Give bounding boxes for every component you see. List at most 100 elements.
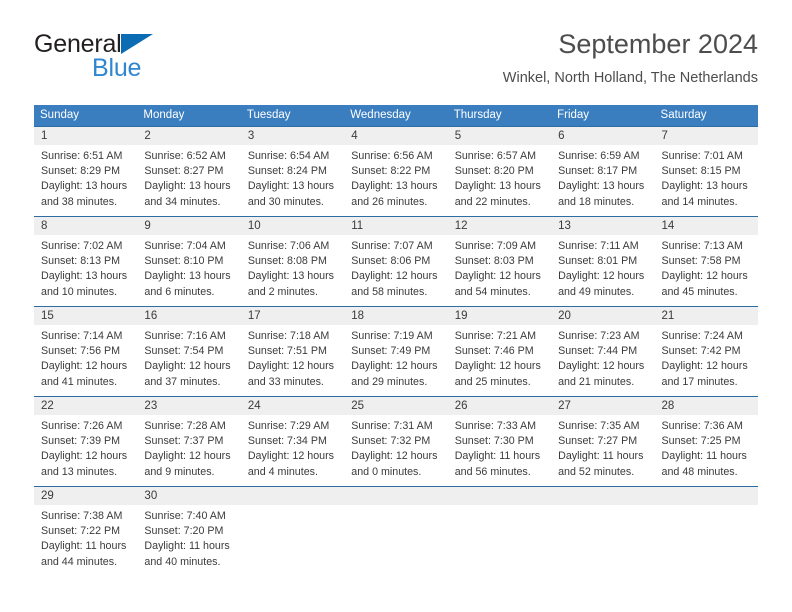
day-cell[interactable]: 13 Sunrise: 7:11 AM Sunset: 8:01 PM Dayl… bbox=[551, 217, 654, 306]
day-cell[interactable]: 8 Sunrise: 7:02 AM Sunset: 8:13 PM Dayli… bbox=[34, 217, 137, 306]
page-header: General Blue September 2024 Winkel, Nort… bbox=[34, 28, 758, 96]
day-cell-empty bbox=[241, 487, 344, 576]
day-cell[interactable]: 4 Sunrise: 6:56 AM Sunset: 8:22 PM Dayli… bbox=[344, 127, 447, 216]
week-row: 29 Sunrise: 7:38 AM Sunset: 7:22 PM Dayl… bbox=[34, 486, 758, 576]
day-details: Sunrise: 7:13 AM Sunset: 7:58 PM Dayligh… bbox=[662, 239, 752, 300]
sunrise-text: Sunrise: 7:35 AM bbox=[558, 420, 640, 432]
daylight-text-line1: Daylight: 12 hours bbox=[351, 450, 438, 463]
day-cell[interactable]: 28 Sunrise: 7:36 AM Sunset: 7:25 PM Dayl… bbox=[655, 397, 758, 486]
day-cell[interactable]: 17 Sunrise: 7:18 AM Sunset: 7:51 PM Dayl… bbox=[241, 307, 344, 396]
day-details: Sunrise: 7:28 AM Sunset: 7:37 PM Dayligh… bbox=[144, 419, 234, 480]
day-cell[interactable]: 22 Sunrise: 7:26 AM Sunset: 7:39 PM Dayl… bbox=[34, 397, 137, 486]
day-cell[interactable]: 29 Sunrise: 7:38 AM Sunset: 7:22 PM Dayl… bbox=[34, 487, 137, 576]
day-cell[interactable]: 10 Sunrise: 7:06 AM Sunset: 8:08 PM Dayl… bbox=[241, 217, 344, 306]
day-details: Sunrise: 7:01 AM Sunset: 8:15 PM Dayligh… bbox=[662, 149, 752, 210]
sunset-text: Sunset: 7:46 PM bbox=[454, 345, 534, 358]
sunrise-text: Sunrise: 7:06 AM bbox=[247, 240, 330, 252]
daylight-text-line1: Daylight: 12 hours bbox=[661, 270, 748, 283]
day-cell[interactable]: 16 Sunrise: 7:16 AM Sunset: 7:54 PM Dayl… bbox=[137, 307, 240, 396]
day-number: 25 bbox=[351, 400, 365, 412]
day-details: Sunrise: 7:19 AM Sunset: 7:49 PM Dayligh… bbox=[351, 329, 441, 390]
day-cell-empty bbox=[655, 487, 758, 576]
day-number: 2 bbox=[144, 130, 151, 142]
day-cell[interactable]: 1 Sunrise: 6:51 AM Sunset: 8:29 PM Dayli… bbox=[34, 127, 137, 216]
sunrise-text: Sunrise: 7:29 AM bbox=[247, 420, 330, 432]
day-details: Sunrise: 6:57 AM Sunset: 8:20 PM Dayligh… bbox=[455, 149, 545, 210]
weekday-header-friday: Friday bbox=[557, 109, 590, 121]
sunrise-text: Sunrise: 7:16 AM bbox=[144, 330, 226, 342]
week-row: 1 Sunrise: 6:51 AM Sunset: 8:29 PM Dayli… bbox=[34, 126, 758, 216]
day-cell[interactable]: 24 Sunrise: 7:29 AM Sunset: 7:34 PM Dayl… bbox=[241, 397, 344, 486]
day-details: Sunrise: 7:36 AM Sunset: 7:25 PM Dayligh… bbox=[662, 419, 752, 480]
sunrise-text: Sunrise: 7:26 AM bbox=[41, 420, 123, 432]
weekday-header-tuesday: Tuesday bbox=[246, 109, 291, 121]
daylight-text-line2: and 0 minutes. bbox=[351, 465, 422, 478]
day-cell[interactable]: 5 Sunrise: 6:57 AM Sunset: 8:20 PM Dayli… bbox=[448, 127, 551, 216]
day-cell[interactable]: 11 Sunrise: 7:07 AM Sunset: 8:06 PM Dayl… bbox=[344, 217, 447, 306]
daylight-text-line2: and 38 minutes. bbox=[41, 195, 118, 208]
daylight-text-line2: and 52 minutes. bbox=[558, 465, 635, 478]
day-number: 28 bbox=[661, 400, 675, 412]
day-cell[interactable]: 20 Sunrise: 7:23 AM Sunset: 7:44 PM Dayl… bbox=[551, 307, 654, 396]
day-details: Sunrise: 7:21 AM Sunset: 7:46 PM Dayligh… bbox=[455, 329, 545, 390]
daylight-text-line2: and 4 minutes. bbox=[247, 465, 318, 478]
day-cell[interactable]: 23 Sunrise: 7:28 AM Sunset: 7:37 PM Dayl… bbox=[137, 397, 240, 486]
daylight-text-line1: Daylight: 12 hours bbox=[558, 360, 645, 373]
day-cell[interactable]: 14 Sunrise: 7:13 AM Sunset: 7:58 PM Dayl… bbox=[655, 217, 758, 306]
day-cell[interactable]: 7 Sunrise: 7:01 AM Sunset: 8:15 PM Dayli… bbox=[655, 127, 758, 216]
day-number: 21 bbox=[661, 310, 675, 322]
day-cell[interactable]: 9 Sunrise: 7:04 AM Sunset: 8:10 PM Dayli… bbox=[137, 217, 240, 306]
day-number: 17 bbox=[247, 310, 261, 322]
sunset-text: Sunset: 7:30 PM bbox=[454, 435, 534, 448]
daylight-text-line2: and 2 minutes. bbox=[247, 285, 318, 298]
daylight-text-line2: and 21 minutes. bbox=[558, 375, 635, 388]
day-cell[interactable]: 18 Sunrise: 7:19 AM Sunset: 7:49 PM Dayl… bbox=[344, 307, 447, 396]
day-details: Sunrise: 7:11 AM Sunset: 8:01 PM Dayligh… bbox=[558, 239, 648, 300]
daylight-text-line1: Daylight: 11 hours bbox=[661, 450, 747, 463]
sunrise-text: Sunrise: 7:13 AM bbox=[661, 240, 743, 252]
day-number: 26 bbox=[454, 400, 468, 412]
sunset-text: Sunset: 8:01 PM bbox=[558, 255, 638, 268]
daylight-text-line1: Daylight: 12 hours bbox=[454, 360, 541, 373]
day-number: 4 bbox=[351, 130, 358, 142]
day-cell[interactable]: 30 Sunrise: 7:40 AM Sunset: 7:20 PM Dayl… bbox=[137, 487, 240, 576]
daylight-text-line1: Daylight: 13 hours bbox=[247, 180, 334, 193]
day-cell[interactable]: 21 Sunrise: 7:24 AM Sunset: 7:42 PM Dayl… bbox=[655, 307, 758, 396]
day-number: 12 bbox=[454, 220, 468, 232]
day-cell[interactable]: 19 Sunrise: 7:21 AM Sunset: 7:46 PM Dayl… bbox=[448, 307, 551, 396]
day-details: Sunrise: 7:33 AM Sunset: 7:30 PM Dayligh… bbox=[455, 419, 545, 480]
sunset-text: Sunset: 8:17 PM bbox=[558, 165, 638, 178]
day-cell-empty bbox=[551, 487, 654, 576]
sunset-text: Sunset: 8:08 PM bbox=[247, 255, 327, 268]
logo-blue-label: Blue bbox=[92, 54, 142, 82]
day-details: Sunrise: 6:51 AM Sunset: 8:29 PM Dayligh… bbox=[41, 149, 131, 210]
day-cell[interactable]: 2 Sunrise: 6:52 AM Sunset: 8:27 PM Dayli… bbox=[137, 127, 240, 216]
day-number: 29 bbox=[41, 490, 54, 502]
day-details: Sunrise: 7:04 AM Sunset: 8:10 PM Dayligh… bbox=[144, 239, 234, 300]
day-details: Sunrise: 7:40 AM Sunset: 7:20 PM Dayligh… bbox=[144, 509, 234, 570]
sunset-text: Sunset: 7:58 PM bbox=[661, 255, 741, 268]
daylight-text-line1: Daylight: 11 hours bbox=[144, 540, 230, 553]
daylight-text-line1: Daylight: 13 hours bbox=[454, 180, 541, 193]
day-number: 22 bbox=[41, 400, 54, 412]
sunset-text: Sunset: 8:13 PM bbox=[41, 255, 121, 268]
daylight-text-line1: Daylight: 11 hours bbox=[558, 450, 644, 463]
day-number: 15 bbox=[41, 310, 54, 322]
day-number: 1 bbox=[41, 130, 48, 142]
daylight-text-line2: and 34 minutes. bbox=[144, 195, 221, 208]
general-blue-logo: General Blue bbox=[34, 32, 264, 92]
daylight-text-line1: Daylight: 12 hours bbox=[454, 270, 541, 283]
day-number: 20 bbox=[558, 310, 571, 322]
day-cell[interactable]: 3 Sunrise: 6:54 AM Sunset: 8:24 PM Dayli… bbox=[241, 127, 344, 216]
day-cell[interactable]: 12 Sunrise: 7:09 AM Sunset: 8:03 PM Dayl… bbox=[448, 217, 551, 306]
day-number: 24 bbox=[247, 400, 261, 412]
day-cell[interactable]: 15 Sunrise: 7:14 AM Sunset: 7:56 PM Dayl… bbox=[34, 307, 137, 396]
day-number: 23 bbox=[144, 400, 158, 412]
day-cell[interactable]: 25 Sunrise: 7:31 AM Sunset: 7:32 PM Dayl… bbox=[344, 397, 447, 486]
sunrise-text: Sunrise: 7:02 AM bbox=[41, 240, 123, 252]
day-cell[interactable]: 6 Sunrise: 6:59 AM Sunset: 8:17 PM Dayli… bbox=[551, 127, 654, 216]
day-details: Sunrise: 7:35 AM Sunset: 7:27 PM Dayligh… bbox=[558, 419, 648, 480]
day-cell[interactable]: 26 Sunrise: 7:33 AM Sunset: 7:30 PM Dayl… bbox=[448, 397, 551, 486]
sunrise-text: Sunrise: 7:01 AM bbox=[661, 150, 743, 162]
day-cell[interactable]: 27 Sunrise: 7:35 AM Sunset: 7:27 PM Dayl… bbox=[551, 397, 654, 486]
